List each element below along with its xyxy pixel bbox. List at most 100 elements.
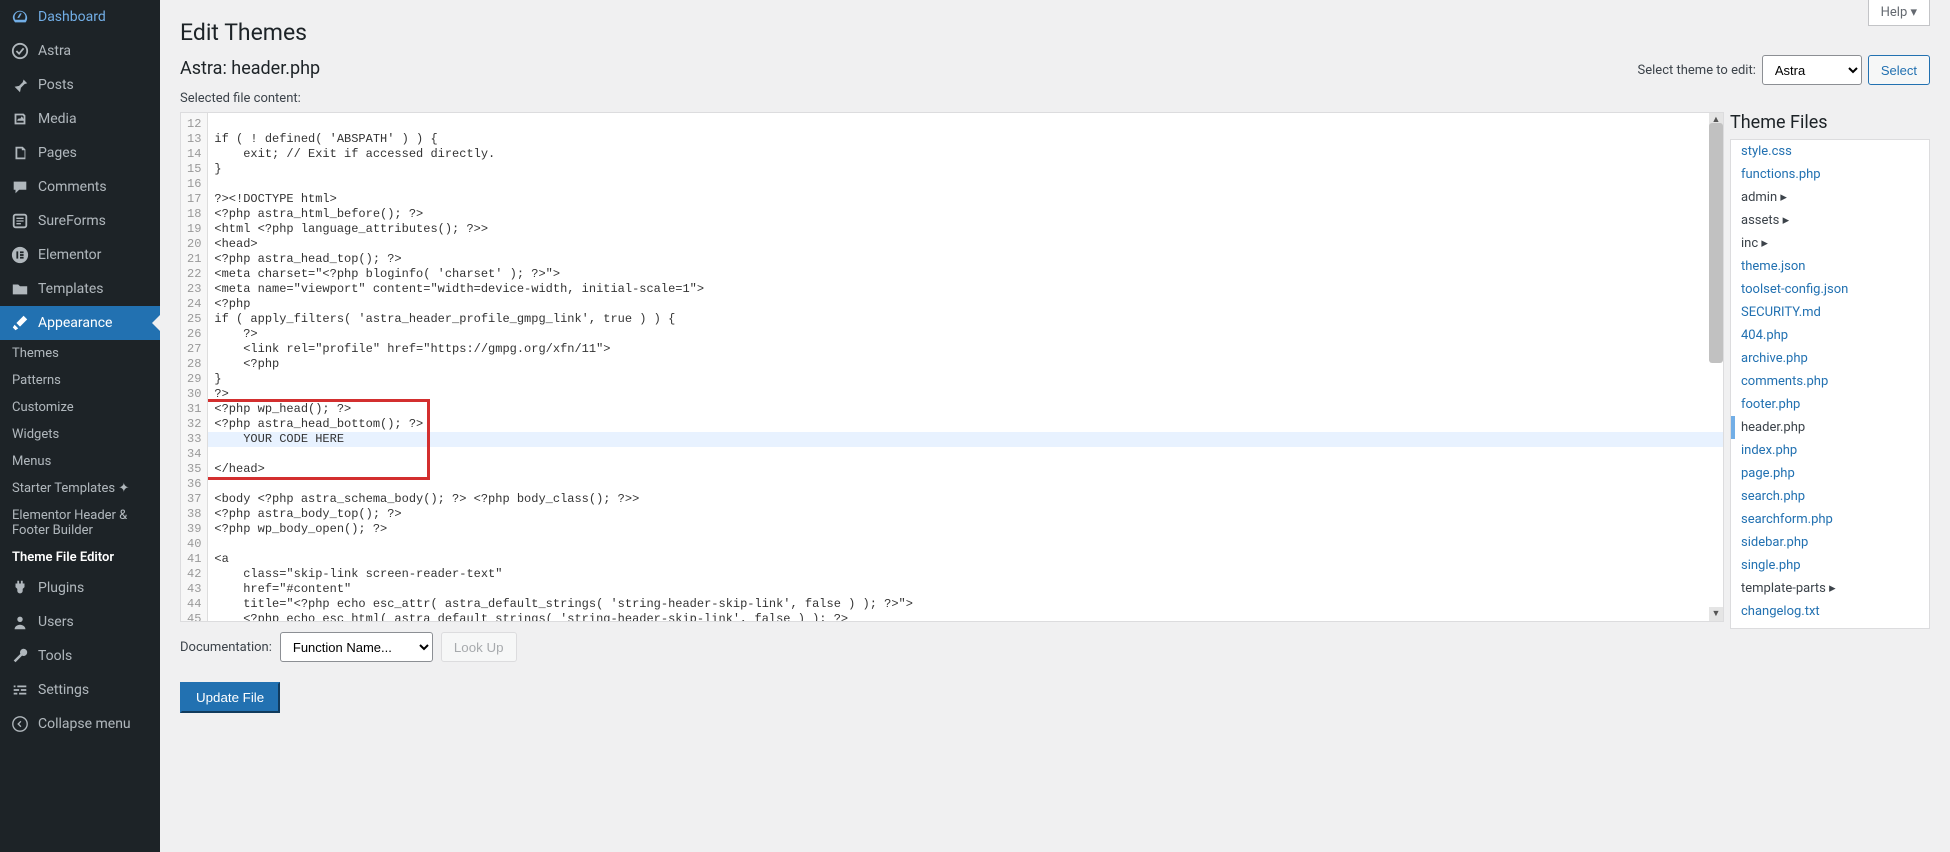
file-item-search-php[interactable]: search.php [1731, 485, 1929, 508]
code-lines[interactable]: if ( ! defined( 'ABSPATH' ) ) { exit; //… [208, 113, 1723, 621]
code-line-42[interactable]: class="skip-link screen-reader-text" [208, 567, 1723, 582]
code-line-34[interactable] [208, 447, 1723, 462]
code-editor[interactable]: 1213141516171819202122232425262728293031… [180, 112, 1724, 622]
submenu-widgets[interactable]: Widgets [0, 421, 160, 448]
code-line-35[interactable]: </head> [208, 462, 1723, 477]
menu-item-users[interactable]: Users [0, 605, 160, 639]
code-line-43[interactable]: href="#content" [208, 582, 1723, 597]
menu-item-media[interactable]: Media [0, 102, 160, 136]
file-item-inc-[interactable]: inc ▸ [1731, 232, 1929, 255]
line-gutter: 1213141516171819202122232425262728293031… [181, 113, 208, 621]
submenu-theme-file-editor[interactable]: Theme File Editor [0, 544, 160, 571]
code-line-32[interactable]: <?php astra_head_bottom(); ?> [208, 417, 1723, 432]
file-item-template-parts-[interactable]: template-parts ▸ [1731, 577, 1929, 600]
function-name-select[interactable]: Function Name... [280, 632, 433, 662]
file-item-admin-[interactable]: admin ▸ [1731, 186, 1929, 209]
file-item-searchform-php[interactable]: searchform.php [1731, 508, 1929, 531]
code-line-30[interactable]: ?> [208, 387, 1723, 402]
file-item-style-css[interactable]: style.css [1731, 140, 1929, 163]
file-item-header-php[interactable]: header.php [1731, 416, 1929, 439]
theme-select[interactable]: Astra [1762, 55, 1862, 85]
menu-item-astra[interactable]: Astra [0, 34, 160, 68]
menu-item-dashboard[interactable]: Dashboard [0, 0, 160, 34]
code-line-12[interactable] [208, 117, 1723, 132]
code-line-15[interactable]: } [208, 162, 1723, 177]
file-item-404-php[interactable]: 404.php [1731, 324, 1929, 347]
code-line-40[interactable] [208, 537, 1723, 552]
submenu-menus[interactable]: Menus [0, 448, 160, 475]
theme-files-title: Theme Files [1730, 112, 1930, 133]
file-item-changelog-txt[interactable]: changelog.txt [1731, 600, 1929, 623]
submenu-themes[interactable]: Themes [0, 340, 160, 367]
file-item-archive-php[interactable]: archive.php [1731, 347, 1929, 370]
file-item-readme-txt[interactable]: readme.txt [1731, 623, 1929, 629]
media-icon [10, 109, 30, 129]
help-tab[interactable]: Help ▾ [1868, 0, 1930, 26]
code-line-21[interactable]: <?php astra_head_top(); ?> [208, 252, 1723, 267]
page-title: Edit Themes [180, 10, 1930, 50]
submenu-customize[interactable]: Customize [0, 394, 160, 421]
scroll-down-arrow[interactable]: ▼ [1709, 607, 1723, 621]
menu-item-plugins[interactable]: Plugins [0, 571, 160, 605]
select-button[interactable]: Select [1868, 55, 1930, 85]
menu-item-settings[interactable]: Settings [0, 673, 160, 707]
code-line-14[interactable]: exit; // Exit if accessed directly. [208, 147, 1723, 162]
submenu-elementor-header-footer-builder[interactable]: Elementor Header & Footer Builder [0, 502, 160, 544]
code-line-23[interactable]: <meta name="viewport" content="width=dev… [208, 282, 1723, 297]
menu-item-elementor[interactable]: Elementor [0, 238, 160, 272]
settings-icon [10, 680, 30, 700]
update-file-button[interactable]: Update File [180, 682, 280, 713]
docs-label: Documentation: [180, 640, 272, 655]
code-line-27[interactable]: <link rel="profile" href="https://gmpg.o… [208, 342, 1723, 357]
menu-item-templates[interactable]: Templates [0, 272, 160, 306]
content-label: Selected file content: [180, 91, 1930, 106]
code-line-16[interactable] [208, 177, 1723, 192]
submenu-patterns[interactable]: Patterns [0, 367, 160, 394]
menu-item-appearance[interactable]: Appearance [0, 306, 160, 340]
code-line-22[interactable]: <meta charset="<?php bloginfo( 'charset'… [208, 267, 1723, 282]
code-line-33[interactable]: YOUR CODE HERE [208, 432, 1723, 447]
page-icon [10, 143, 30, 163]
file-item-security-md[interactable]: SECURITY.md [1731, 301, 1929, 324]
menu-item-pages[interactable]: Pages [0, 136, 160, 170]
code-line-37[interactable]: <body <?php astra_schema_body(); ?> <?ph… [208, 492, 1723, 507]
menu-item-collapse-menu[interactable]: Collapse menu [0, 707, 160, 741]
code-line-41[interactable]: <a [208, 552, 1723, 567]
file-item-single-php[interactable]: single.php [1731, 554, 1929, 577]
code-line-38[interactable]: <?php astra_body_top(); ?> [208, 507, 1723, 522]
code-line-20[interactable]: <head> [208, 237, 1723, 252]
file-item-comments-php[interactable]: comments.php [1731, 370, 1929, 393]
file-item-index-php[interactable]: index.php [1731, 439, 1929, 462]
code-line-13[interactable]: if ( ! defined( 'ABSPATH' ) ) { [208, 132, 1723, 147]
menu-item-sureforms[interactable]: SureForms [0, 204, 160, 238]
code-line-25[interactable]: if ( apply_filters( 'astra_header_profil… [208, 312, 1723, 327]
code-line-36[interactable] [208, 477, 1723, 492]
code-line-44[interactable]: title="<?php echo esc_attr( astra_defaul… [208, 597, 1723, 612]
menu-item-tools[interactable]: Tools [0, 639, 160, 673]
select-theme-label: Select theme to edit: [1638, 63, 1756, 78]
code-line-17[interactable]: ?><!DOCTYPE html> [208, 192, 1723, 207]
code-line-24[interactable]: <?php [208, 297, 1723, 312]
file-item-functions-php[interactable]: functions.php [1731, 163, 1929, 186]
menu-item-comments[interactable]: Comments [0, 170, 160, 204]
file-item-page-php[interactable]: page.php [1731, 462, 1929, 485]
file-item-footer-php[interactable]: footer.php [1731, 393, 1929, 416]
file-item-assets-[interactable]: assets ▸ [1731, 209, 1929, 232]
code-line-31[interactable]: <?php wp_head(); ?> [208, 402, 1723, 417]
file-item-toolset-config-json[interactable]: toolset-config.json [1731, 278, 1929, 301]
lookup-button[interactable]: Look Up [441, 632, 517, 662]
file-item-theme-json[interactable]: theme.json [1731, 255, 1929, 278]
code-line-29[interactable]: } [208, 372, 1723, 387]
file-item-sidebar-php[interactable]: sidebar.php [1731, 531, 1929, 554]
submenu-starter-templates[interactable]: Starter Templates ✦ [0, 475, 160, 502]
code-line-19[interactable]: <html <?php language_attributes(); ?>> [208, 222, 1723, 237]
menu-item-posts[interactable]: Posts [0, 68, 160, 102]
code-line-26[interactable]: ?> [208, 327, 1723, 342]
code-line-45[interactable]: <?php echo esc_html( astra_default_strin… [208, 612, 1723, 621]
code-line-39[interactable]: <?php wp_body_open(); ?> [208, 522, 1723, 537]
scroll-thumb[interactable] [1709, 123, 1723, 363]
code-line-28[interactable]: <?php [208, 357, 1723, 372]
brush-icon [10, 313, 30, 333]
admin-sidebar: DashboardAstraPostsMediaPagesCommentsSur… [0, 0, 160, 852]
code-line-18[interactable]: <?php astra_html_before(); ?> [208, 207, 1723, 222]
